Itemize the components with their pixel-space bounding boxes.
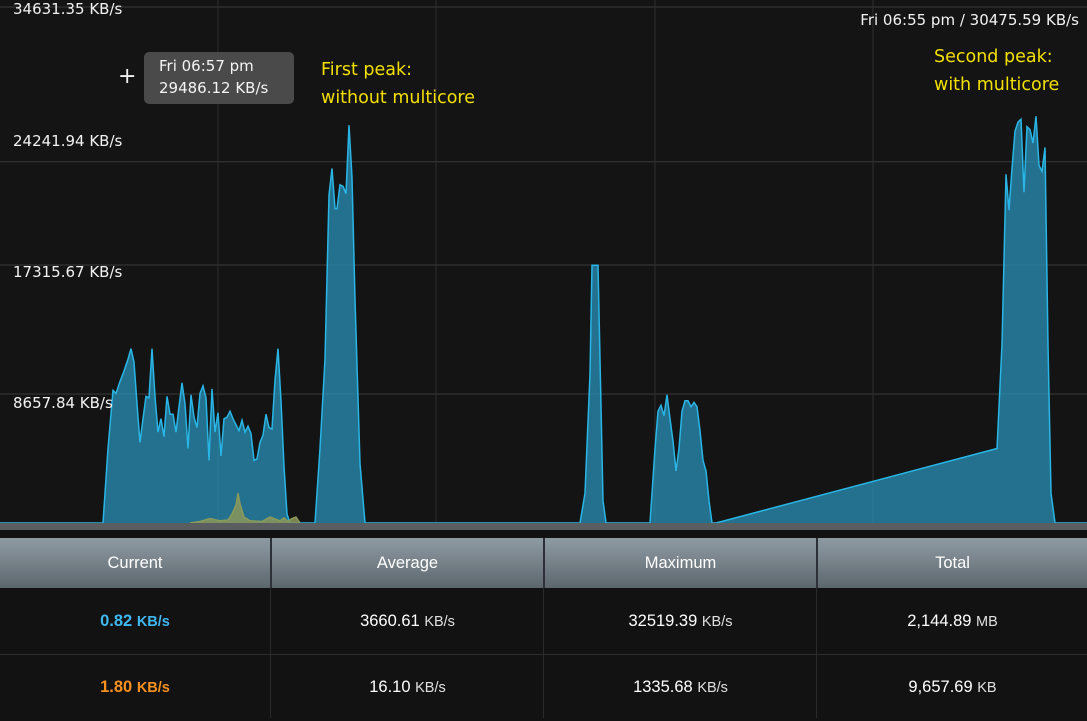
row2-maximum-value: 1335.68 [633,678,693,696]
chart-series [0,116,1087,530]
row2-total-value: 9,657.69 [908,678,973,696]
row1-maximum-unit: KB/s [701,614,733,630]
row2-average-unit: KB/s [415,680,446,696]
row2-current-value: 1.80 [100,678,133,696]
hover-readout: Fri 06:55 pm / 30475.59 KB/s [860,11,1079,29]
row2-current-unit: KB/s [136,680,170,696]
tooltip-value: 29486.12 KB/s [159,79,269,97]
annotation-first-peak: First peak: without multicore [321,56,475,112]
header-average: Average [376,554,439,572]
row1-average: 3660.61 KB/s [272,588,543,654]
row1-average-unit: KB/s [424,614,455,630]
y-tick-label-3: 17315.67 KB/s [13,263,123,281]
y-tick-label-4: 8657.84 KB/s [13,394,113,412]
annotation-second-peak: Second peak: with multicore [934,43,1059,99]
column-divider [543,588,544,718]
y-tick-label-max: 34631.35 KB/s [13,0,123,18]
column-divider [816,588,817,718]
row2-average: 16.10 KB/s [272,654,543,720]
row2-total-unit: KB [977,680,997,696]
row2-current: 1.80 KB/s [0,654,270,720]
column-divider [270,588,271,718]
row2-maximum: 1335.68 KB/s [545,654,816,720]
row1-current-unit: KB/s [136,614,170,630]
row1-current: 0.82 KB/s [0,588,270,654]
row1-total: 2,144.89 MB [818,588,1087,654]
chart-tooltip: Fri 06:57 pm 29486.12 KB/s [144,52,294,104]
annotation-second-peak-line2: with multicore [934,75,1060,95]
row1-current-value: 0.82 [100,612,133,630]
stats-header-row: Current Average Maximum Total [0,538,1087,588]
tooltip-time: Fri 06:57 pm [159,57,254,75]
header-current: Current [107,554,163,572]
row1-average-value: 3660.61 [360,612,420,630]
row1-total-value: 2,144.89 [907,612,972,630]
y-tick-label-2: 24241.94 KB/s [13,132,123,150]
row1-total-unit: MB [976,614,998,630]
row1-maximum: 32519.39 KB/s [545,588,816,654]
row1-maximum-value: 32519.39 [628,612,698,630]
series-1-area [0,116,1087,523]
annotation-first-peak-line2: without multicore [321,88,475,108]
row2-total: 9,657.69 KB [818,654,1087,720]
annotation-second-peak-line1: Second peak: [934,47,1053,67]
annotation-first-peak-line1: First peak: [321,60,413,80]
chart-baseline [0,523,1087,530]
row2-average-value: 16.10 [369,678,411,696]
header-maximum: Maximum [644,554,717,572]
bandwidth-chart[interactable]: 34631.35 KB/s 24241.94 KB/s 17315.67 KB/… [0,0,1087,530]
header-total: Total [935,554,970,572]
stats-table: Current Average Maximum Total 0.82 KB/s … [0,530,1087,718]
row2-maximum-unit: KB/s [697,680,728,696]
crosshair-cursor-icon: + [118,64,137,89]
